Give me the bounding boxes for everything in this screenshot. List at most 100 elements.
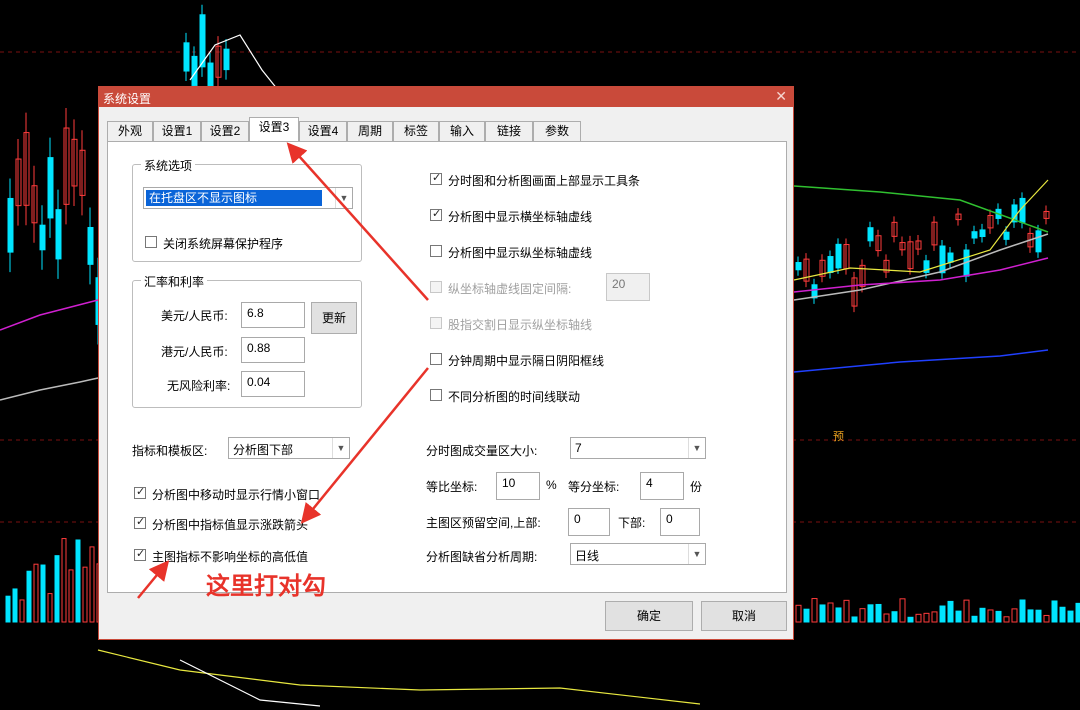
volume-bar: [955, 610, 962, 623]
default-period-select[interactable]: 日线 ▼: [570, 543, 706, 565]
usd-input[interactable]: 6.8: [241, 302, 305, 328]
tab-settings4[interactable]: 设置4: [299, 121, 347, 141]
candle-body: [947, 252, 954, 263]
volume-bar: [82, 566, 88, 623]
ma-line-blue: [793, 349, 1049, 373]
checkbox-box: [134, 515, 146, 529]
ma-line-gray: [0, 377, 99, 401]
tab-period[interactable]: 周期: [347, 121, 393, 141]
candle-body: [827, 256, 834, 274]
ma-line-magenta: [0, 299, 99, 331]
volume-bar: [827, 602, 834, 623]
template-select[interactable]: 分析图下部 ▼: [228, 437, 350, 459]
rates-group: 汇率和利率 美元/人民币: 6.8 更新 港元/人民币: 0.88 无风险利率:…: [132, 273, 362, 408]
forecast-marker: 预: [833, 431, 844, 443]
volume-bar: [1035, 609, 1042, 623]
tab-input[interactable]: 输入: [439, 121, 485, 141]
annotation-text: 这里打对勾: [206, 573, 326, 600]
tab-settings1[interactable]: 设置1: [153, 121, 201, 141]
equal-input[interactable]: 4: [640, 472, 684, 500]
tab-appearance[interactable]: 外观: [107, 121, 153, 141]
volume-bar: [26, 570, 32, 623]
volume-bar: [907, 616, 914, 623]
volume-bar: [1019, 599, 1026, 623]
volume-bar: [899, 598, 906, 623]
volume-bar: [891, 611, 898, 623]
volume-bar: [1011, 608, 1018, 623]
equal-label: 等分坐标:: [568, 480, 620, 494]
chevron-down-icon: ▼: [332, 438, 349, 458]
volume-bar: [963, 599, 970, 623]
tray-select-value: 在托盘区不显示图标: [146, 190, 322, 206]
interval-input: 20: [606, 273, 650, 301]
template-label: 指标和模板区:: [132, 444, 208, 458]
dialog-titlebar: 系统设置 ✕: [99, 87, 793, 107]
volume-bar: [971, 615, 978, 623]
update-button[interactable]: 更新: [311, 302, 357, 334]
chevron-down-icon: ▼: [335, 188, 352, 208]
tab-settings2[interactable]: 设置2: [201, 121, 249, 141]
toolbar-label: 分时图和分析图画面上部显示工具条: [448, 174, 641, 188]
ratio-unit: %: [546, 478, 557, 492]
candle-body: [47, 157, 54, 219]
reserve-bottom-input[interactable]: 0: [660, 508, 700, 536]
chevron-down-icon: ▼: [688, 544, 705, 564]
ma-line-white-bottom: [179, 659, 321, 707]
volume-bar: [851, 616, 858, 623]
volume-select[interactable]: 7 ▼: [570, 437, 706, 459]
checkbox-box: [430, 207, 442, 221]
rates-title: 汇率和利率: [141, 273, 208, 290]
tab-panel-settings3: 系统选项 在托盘区不显示图标 ▼ 关闭系统屏幕保护程序 汇率和利率 美元/人民币…: [107, 141, 787, 593]
tab-params[interactable]: 参数: [533, 121, 581, 141]
volume-bar: [867, 604, 874, 623]
equal-unit: 份: [690, 480, 703, 494]
candle-body: [867, 227, 874, 242]
tab-labels[interactable]: 标签: [393, 121, 439, 141]
cancel-button[interactable]: 取消: [701, 601, 787, 631]
candle-body: [39, 224, 46, 251]
chevron-down-icon: ▼: [688, 438, 705, 458]
riskfree-label: 无风险利率:: [167, 379, 231, 393]
default-period-value: 日线: [575, 549, 600, 563]
candle-body: [87, 226, 94, 265]
close-icon[interactable]: ✕: [775, 88, 787, 105]
ok-button[interactable]: 确定: [605, 601, 693, 631]
candle-body: [55, 209, 62, 260]
main-indicator-range-label: 主图指标不影响坐标的高低值: [152, 550, 309, 564]
volume-bar: [1059, 606, 1066, 623]
checkbox-box: [430, 317, 442, 329]
tab-links[interactable]: 链接: [485, 121, 533, 141]
checkbox-box: [134, 485, 146, 499]
volume-bar: [5, 595, 11, 623]
volume-bar: [835, 607, 842, 623]
volume-bar: [19, 599, 25, 623]
volume-bar: [1043, 614, 1050, 623]
checkbox-box: [430, 281, 442, 293]
volume-bar: [12, 588, 18, 623]
volume-bar: [979, 607, 986, 623]
candle-body: [795, 262, 802, 271]
volume-bar: [68, 569, 74, 623]
volume-bar: [1075, 602, 1080, 623]
reserve-top-input[interactable]: 0: [568, 508, 610, 536]
volume-bar: [803, 608, 810, 623]
volume-bar: [811, 598, 818, 623]
volume-bar: [843, 599, 850, 623]
system-options-title: 系统选项: [141, 157, 196, 174]
ratio-input[interactable]: 10: [496, 472, 540, 500]
volume-bar: [923, 612, 930, 623]
volume-bar: [875, 603, 882, 623]
checkbox-box: [430, 389, 442, 401]
volume-label: 分时图成交量区大小:: [426, 444, 538, 458]
hkd-input[interactable]: 0.88: [241, 337, 305, 363]
tab-settings3[interactable]: 设置3: [249, 117, 299, 141]
candle-body: [183, 42, 190, 72]
tray-select[interactable]: 在托盘区不显示图标 ▼: [143, 187, 353, 209]
vertical-dashline-label: 分析图中显示纵坐标轴虚线: [448, 246, 593, 260]
riskfree-input[interactable]: 0.04: [241, 371, 305, 397]
system-settings-dialog: 系统设置 ✕ 外观 设置1 设置2 设置3 设置4 周期 标签 输入 链接 参数…: [98, 86, 794, 640]
indicator-arrow-label: 分析图中指标值显示涨跌箭头: [152, 518, 309, 532]
volume-bar: [939, 605, 946, 623]
volume-bar: [1027, 609, 1034, 623]
volume-bar: [54, 555, 60, 623]
